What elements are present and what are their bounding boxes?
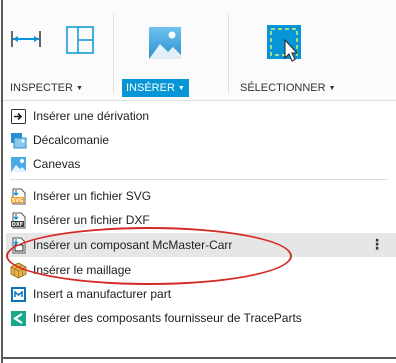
- menu-item-insert-dxf[interactable]: DXF Insérer un fichier DXF: [10, 209, 388, 231]
- menu-item-insert-mcmaster[interactable]: Insérer un composant McMaster-Carr ⋮: [6, 233, 396, 257]
- select-group: SÉLECTIONNER ▼: [230, 0, 396, 100]
- inspect-menu-button[interactable]: INSPECTER ▼: [6, 79, 87, 97]
- manufacturer-part-icon: [11, 286, 26, 302]
- insert-dropdown-menu: Insérer une dérivation Décalcomanie Cane…: [3, 100, 396, 357]
- dropdown-arrow-icon: ▼: [328, 85, 336, 92]
- svg-text:DXF: DXF: [12, 222, 23, 228]
- dropdown-arrow-icon: ▼: [75, 85, 83, 92]
- mcmaster-icon: [12, 237, 26, 253]
- menu-item-decal[interactable]: Décalcomanie: [10, 129, 388, 151]
- menu-item-insert-mesh[interactable]: Insérer le maillage: [10, 259, 388, 281]
- more-options-icon[interactable]: ⋮: [370, 237, 384, 251]
- menu-item-traceparts[interactable]: Insérer des composants fournisseur de Tr…: [10, 307, 388, 329]
- dxf-file-icon: DXF: [11, 212, 26, 228]
- svg-text:SVG: SVG: [12, 198, 24, 204]
- mesh-icon: [10, 262, 27, 278]
- dropdown-arrow-icon: ▼: [177, 85, 185, 92]
- svg-file-icon: SVG: [11, 188, 26, 204]
- insert-group: INSÉRER ▼: [114, 0, 226, 100]
- menu-frame-edge: [1, 357, 396, 359]
- decal-icon: [11, 132, 27, 148]
- menu-divider: [10, 179, 388, 180]
- select-menu-button[interactable]: SÉLECTIONNER ▼: [236, 79, 340, 97]
- insert-image-icon[interactable]: [148, 26, 182, 60]
- select-cursor-icon[interactable]: [266, 24, 304, 64]
- toolbar: INSPECTER ▼ INSÉRER ▼ SÉLECTIONNER ▼: [0, 0, 396, 100]
- traceparts-icon: [11, 310, 26, 326]
- menu-item-manufacturer-part[interactable]: Insert a manufacturer part: [10, 283, 388, 305]
- menu-item-insert-derive[interactable]: Insérer une dérivation: [10, 105, 388, 127]
- inspect-group: INSPECTER ▼: [0, 0, 112, 100]
- section-analysis-icon[interactable]: [64, 24, 96, 56]
- insert-menu-button[interactable]: INSÉRER ▼: [122, 79, 189, 97]
- toolbar-divider: [228, 14, 229, 94]
- measure-icon[interactable]: [10, 28, 42, 50]
- insert-derive-icon: [11, 108, 26, 124]
- menu-item-canvas[interactable]: Canevas: [10, 153, 388, 175]
- menu-item-insert-svg[interactable]: SVG Insérer un fichier SVG: [10, 185, 388, 207]
- menu-frame-edge: [1, 0, 3, 363]
- canvas-icon: [11, 156, 26, 172]
